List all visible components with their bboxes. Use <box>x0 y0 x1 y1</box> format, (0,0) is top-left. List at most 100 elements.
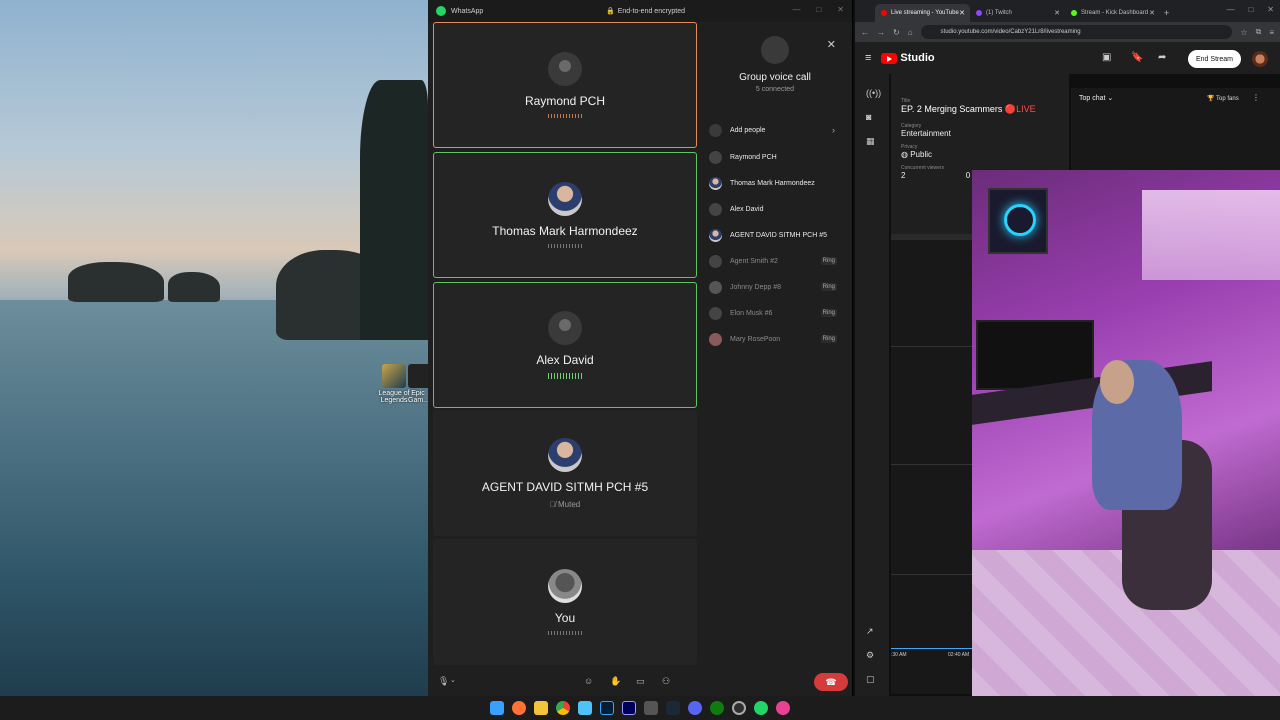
account-avatar[interactable] <box>1252 51 1268 67</box>
add-participant-icon[interactable]: ⚇ <box>662 676 670 687</box>
live-broadcast-icon[interactable]: ((•)) <box>866 88 881 98</box>
back-icon[interactable]: ← <box>861 28 869 37</box>
maximize-button[interactable]: □ <box>1248 5 1253 14</box>
premiere-icon[interactable] <box>622 701 636 715</box>
default-avatar-icon <box>548 52 582 86</box>
studio-brand[interactable]: Studio <box>900 52 934 64</box>
chevron-down-icon[interactable]: ⌄ <box>450 676 456 684</box>
participant-item[interactable]: Raymond PCH <box>709 148 839 166</box>
extensions-icon[interactable]: ⧉ <box>1256 27 1262 37</box>
maximize-button[interactable]: □ <box>816 5 821 14</box>
add-people-button[interactable]: Add people › <box>709 121 839 139</box>
discord-icon[interactable] <box>688 701 702 715</box>
ring-button[interactable]: Ring <box>820 283 837 291</box>
xbox-icon[interactable] <box>710 701 724 715</box>
forward-icon[interactable]: → <box>877 28 885 37</box>
obs-icon[interactable] <box>732 701 746 715</box>
divider <box>891 574 975 575</box>
expand-icon[interactable]: ↗ <box>866 626 874 637</box>
avatar <box>548 437 582 472</box>
avatar <box>709 306 722 320</box>
participant-item-ringing[interactable]: Mary RosePoon Ring <box>709 330 839 348</box>
whatsapp-icon[interactable] <box>754 701 768 715</box>
participant-item[interactable]: Thomas Mark Harmondeez <box>709 174 839 192</box>
close-button[interactable]: ✕ <box>837 5 844 14</box>
tab-youtube-live[interactable]: Live streaming - YouTube ✕ <box>875 4 970 22</box>
end-call-button[interactable]: ☎ <box>814 673 848 691</box>
app-icon[interactable] <box>776 701 790 715</box>
close-tab-icon[interactable]: ✕ <box>1054 9 1060 17</box>
photoshop-icon[interactable] <box>600 701 614 715</box>
emoji-reaction-icon[interactable]: ☺ <box>584 676 593 686</box>
hamburger-menu-icon[interactable]: ≡ <box>865 52 871 64</box>
group-call-title: Group voice call <box>739 72 811 83</box>
popout-icon[interactable]: ▣ <box>1102 52 1111 63</box>
chrome-icon[interactable] <box>556 701 570 715</box>
ring-button[interactable]: Ring <box>820 257 837 265</box>
new-tab-button[interactable]: + <box>1164 8 1169 18</box>
tile-name: Alex David <box>536 353 594 367</box>
share-icon[interactable]: ➦ <box>1158 52 1166 63</box>
privacy-value: ◍ Public <box>901 150 1059 159</box>
share-screen-icon[interactable]: ▭ <box>636 676 645 687</box>
timeline-bar[interactable] <box>891 648 975 649</box>
epic-games-icon <box>408 364 428 388</box>
call-tile-agent-david[interactable]: AGENT DAVID SITMH PCH #5 🎙̸ Muted <box>433 410 697 536</box>
close-tab-icon[interactable]: ✕ <box>959 9 965 17</box>
wallpaper-cliff <box>360 80 428 340</box>
avatar <box>709 254 722 268</box>
participant-item-ringing[interactable]: Elon Musk #6 Ring <box>709 304 839 322</box>
microphone-icon[interactable]: 🎙 <box>438 676 449 687</box>
camera-icon[interactable]: ◙ <box>866 112 871 122</box>
raise-hand-icon[interactable]: ✋ <box>610 676 621 687</box>
bookmark-icon[interactable]: 🔖 <box>1131 52 1143 63</box>
url-input[interactable]: studio.youtube.com/video/CabzY21Lr8/live… <box>920 25 1233 39</box>
steam-icon[interactable] <box>666 701 680 715</box>
calendar-icon[interactable]: ▦ <box>866 136 875 147</box>
minimize-button[interactable]: — <box>1226 5 1234 14</box>
tab-label: (1) Twitch <box>986 10 1012 16</box>
avatar <box>709 176 722 190</box>
calculator-icon[interactable] <box>644 701 658 715</box>
close-button[interactable]: ✕ <box>1267 5 1274 14</box>
tab-kick[interactable]: Stream - Kick Dashboard ✕ <box>1065 4 1160 22</box>
live-chat-panel: Top chat ⌄ 🏆 Top fans ⋮ <box>1071 88 1280 170</box>
default-avatar-icon <box>548 311 582 345</box>
file-explorer-icon[interactable] <box>534 701 548 715</box>
windows-start-icon[interactable] <box>490 701 504 715</box>
more-options-icon[interactable]: ⋮ <box>1252 93 1260 102</box>
participant-item-ringing[interactable]: Agent Smith #2 Ring <box>709 252 839 270</box>
ring-button[interactable]: Ring <box>820 309 837 317</box>
top-fans-button[interactable]: 🏆 Top fans <box>1207 95 1239 102</box>
minimize-button[interactable]: — <box>792 5 800 14</box>
call-tile-raymond[interactable]: Raymond PCH <box>433 22 697 148</box>
home-icon[interactable]: ⌂ <box>908 28 913 37</box>
browser-menu-icon[interactable]: ≡ <box>1269 28 1274 37</box>
notepad-icon[interactable] <box>578 701 592 715</box>
category-value: Entertainment <box>901 129 951 138</box>
participant-item[interactable]: AGENT DAVID SITMH PCH #5 <box>709 226 839 244</box>
timeline-end: 02:40 AM <box>948 652 970 658</box>
feedback-icon[interactable]: ▢ <box>866 674 875 685</box>
youtube-logo-icon[interactable] <box>881 52 898 64</box>
close-icon[interactable]: ✕ <box>827 38 836 51</box>
globe-icon: ◍ <box>901 150 908 159</box>
ring-button[interactable]: Ring <box>820 335 837 343</box>
call-tile-you[interactable]: You <box>433 539 697 665</box>
participant-item-ringing[interactable]: Johnny Depp #8 Ring <box>709 278 839 296</box>
close-tab-icon[interactable]: ✕ <box>1149 9 1155 17</box>
desktop-icon-epic[interactable]: Epic Gam... <box>408 364 428 404</box>
kick-favicon-icon <box>1071 10 1077 16</box>
firefox-icon[interactable] <box>512 701 526 715</box>
participant-item[interactable]: Alex David <box>709 200 839 218</box>
bookmark-star-icon[interactable]: ☆ <box>1240 28 1247 37</box>
tile-name: Raymond PCH <box>524 94 606 108</box>
chat-mode-dropdown[interactable]: Top chat ⌄ <box>1079 94 1113 102</box>
tab-twitch[interactable]: (1) Twitch ✕ <box>970 4 1065 22</box>
call-tile-thomas[interactable]: Thomas Mark Harmondeez <box>433 152 697 278</box>
end-stream-button[interactable]: End Stream <box>1188 50 1241 68</box>
reload-icon[interactable]: ↻ <box>893 28 900 37</box>
call-tile-alex[interactable]: Alex David <box>433 282 697 408</box>
settings-gear-icon[interactable]: ⚙ <box>866 650 874 661</box>
secondary-stat: 0 <box>965 171 971 180</box>
